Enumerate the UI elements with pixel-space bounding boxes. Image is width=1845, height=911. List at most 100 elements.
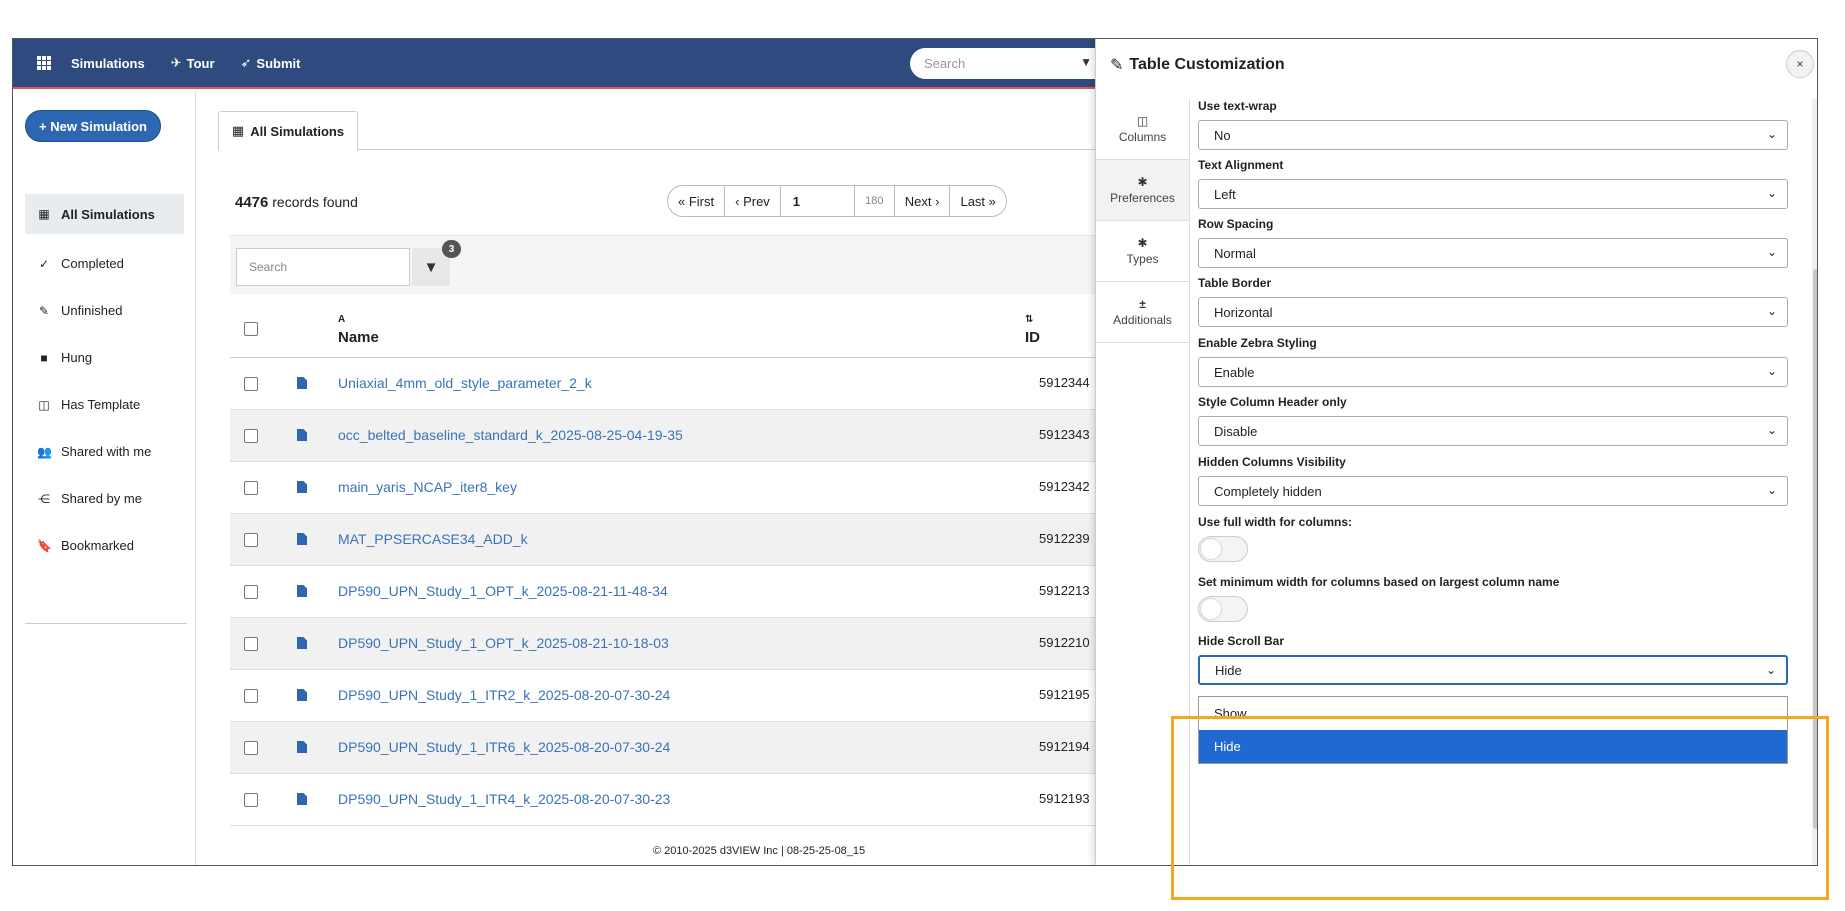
row-name-link[interactable]: DP590_UPN_Study_1_OPT_k_2025-08-21-10-18… bbox=[338, 635, 669, 651]
style-header-select[interactable]: Disable ⌄ bbox=[1198, 416, 1788, 446]
tab-all-simulations[interactable]: ▦ All Simulations bbox=[218, 111, 358, 151]
panel-scrollbar[interactable] bbox=[1812, 99, 1817, 865]
prev-page-button[interactable]: ‹ Prev bbox=[725, 186, 781, 216]
next-page-button[interactable]: Next › bbox=[895, 186, 951, 216]
row-checkbox[interactable] bbox=[244, 377, 258, 391]
file-icon bbox=[297, 793, 307, 805]
sidebar-item-shared-with-me[interactable]: 👥 Shared with me bbox=[25, 428, 184, 475]
file-icon bbox=[297, 377, 307, 389]
field-text-alignment: Text Alignment Left ⌄ bbox=[1198, 158, 1788, 209]
table-search-input[interactable]: Search bbox=[236, 248, 410, 286]
table-row: DP590_UPN_Study_1_OPT_k_2025-08-21-11-48… bbox=[230, 566, 1098, 618]
tab-types[interactable]: ✱ Types bbox=[1096, 221, 1189, 282]
row-name-link[interactable]: Uniaxial_4mm_old_style_parameter_2_k bbox=[338, 375, 592, 391]
filter-count-badge: 3 bbox=[442, 240, 461, 258]
row-checkbox[interactable] bbox=[244, 585, 258, 599]
chevron-down-icon: ⌄ bbox=[1766, 364, 1777, 378]
field-zebra-styling: Enable Zebra Styling Enable ⌄ bbox=[1198, 336, 1788, 387]
sidebar-divider bbox=[25, 623, 187, 624]
last-page-button[interactable]: Last » bbox=[950, 186, 1005, 216]
filter-bar: Search ▼ 3 bbox=[230, 235, 1098, 294]
row-checkbox[interactable] bbox=[244, 533, 258, 547]
row-id: 5912213 bbox=[1039, 583, 1090, 598]
field-hide-scroll-bar: Hide Scroll Bar Hide ⌄ bbox=[1198, 634, 1788, 685]
new-simulation-button[interactable]: + New Simulation bbox=[25, 110, 161, 142]
first-page-button[interactable]: « First bbox=[668, 186, 726, 216]
row-name-link[interactable]: main_yaris_NCAP_iter8_key bbox=[338, 479, 517, 495]
sort-alpha-icon[interactable]: A bbox=[338, 311, 379, 329]
row-name-link[interactable]: MAT_PPSERCASE34_ADD_k bbox=[338, 531, 528, 547]
caret-down-icon[interactable]: ▼ bbox=[1080, 55, 1092, 69]
row-checkbox[interactable] bbox=[244, 741, 258, 755]
row-name-link[interactable]: DP590_UPN_Study_1_OPT_k_2025-08-21-11-48… bbox=[338, 583, 668, 599]
file-icon bbox=[297, 689, 307, 701]
tab-strip: ▦ All Simulations bbox=[218, 111, 1098, 151]
sidebar-item-has-template[interactable]: ◫ Has Template bbox=[25, 381, 184, 428]
full-width-toggle[interactable] bbox=[1198, 536, 1248, 562]
tab-columns[interactable]: ◫ Columns bbox=[1096, 99, 1189, 160]
column-header-id[interactable]: ⇅ ID bbox=[1025, 311, 1040, 347]
row-checkbox[interactable] bbox=[244, 637, 258, 651]
row-name-link[interactable]: occ_belted_baseline_standard_k_2025-08-2… bbox=[338, 427, 683, 443]
share-icon: ⋲ bbox=[38, 491, 50, 506]
row-checkbox[interactable] bbox=[244, 689, 258, 703]
option-show[interactable]: Show bbox=[1199, 697, 1787, 730]
app-window: Simulations ✈ Tour ➶ Submit Search ▼ + New… bbox=[12, 38, 1818, 866]
nav-submit[interactable]: ➶ Submit bbox=[241, 55, 301, 71]
table-customization-panel: ✎ Table Customization × ◫ Columns ✱ Prefere… bbox=[1095, 39, 1817, 865]
grid-icon[interactable] bbox=[37, 56, 51, 70]
row-spacing-select[interactable]: Normal ⌄ bbox=[1198, 238, 1788, 268]
option-hide[interactable]: Hide bbox=[1199, 730, 1787, 763]
text-alignment-select[interactable]: Left ⌄ bbox=[1198, 179, 1788, 209]
column-header-name[interactable]: A Name bbox=[338, 311, 379, 347]
nav-simulations[interactable]: Simulations bbox=[71, 56, 145, 71]
sidebar-item-shared-by-me[interactable]: ⋲ Shared by me bbox=[25, 475, 184, 522]
sidebar-item-bookmarked[interactable]: 🔖 Bookmarked bbox=[25, 522, 184, 569]
table-body: Uniaxial_4mm_old_style_parameter_2_k 5912… bbox=[230, 358, 1098, 826]
text-wrap-select[interactable]: No ⌄ bbox=[1198, 120, 1788, 150]
table-border-select[interactable]: Horizontal ⌄ bbox=[1198, 297, 1788, 327]
row-checkbox[interactable] bbox=[244, 793, 258, 807]
hidden-columns-select[interactable]: Completely hidden ⌄ bbox=[1198, 476, 1788, 506]
select-all-checkbox[interactable] bbox=[244, 322, 258, 336]
hide-scroll-bar-select[interactable]: Hide ⌄ bbox=[1198, 655, 1788, 685]
scrollbar-thumb[interactable] bbox=[1813, 269, 1817, 829]
chevron-down-icon: ⌄ bbox=[1766, 304, 1777, 318]
sidebar-item-unfinished[interactable]: ✎ Unfinished bbox=[25, 287, 184, 334]
panel-body: Use text-wrap No ⌄ Text Alignment Left ⌄ R… bbox=[1190, 99, 1817, 865]
table-row: DP590_UPN_Study_1_ITR4_k_2025-08-20-07-3… bbox=[230, 774, 1098, 826]
zebra-styling-select[interactable]: Enable ⌄ bbox=[1198, 357, 1788, 387]
table-icon: ▦ bbox=[231, 123, 245, 138]
row-name-link[interactable]: DP590_UPN_Study_1_ITR4_k_2025-08-20-07-3… bbox=[338, 791, 670, 807]
close-button[interactable]: × bbox=[1786, 50, 1814, 78]
tab-additionals[interactable]: ± Additionals bbox=[1096, 282, 1189, 343]
table-row: MAT_PPSERCASE34_ADD_k 5912239 bbox=[230, 514, 1098, 566]
global-search-input[interactable]: Search ▼ bbox=[910, 48, 1096, 79]
file-icon bbox=[297, 637, 307, 649]
nav-tour[interactable]: ✈ Tour bbox=[171, 55, 215, 71]
min-width-toggle[interactable] bbox=[1198, 596, 1248, 622]
sidebar-item-hung[interactable]: ■ Hung bbox=[25, 334, 184, 381]
chevron-down-icon: ⌄ bbox=[1765, 663, 1776, 677]
sidebar-item-all-simulations[interactable]: ▦ All Simulations bbox=[25, 194, 184, 234]
table-row: occ_belted_baseline_standard_k_2025-08-2… bbox=[230, 410, 1098, 462]
row-name-link[interactable]: DP590_UPN_Study_1_ITR6_k_2025-08-20-07-3… bbox=[338, 739, 670, 755]
field-style-header: Style Column Header only Disable ⌄ bbox=[1198, 395, 1788, 446]
pagination: « First ‹ Prev 1 180 Next › Last » bbox=[667, 185, 1007, 217]
stop-icon: ■ bbox=[40, 350, 48, 365]
row-checkbox[interactable] bbox=[244, 429, 258, 443]
main-content: ▦ All Simulations 4476 records found « Fi… bbox=[218, 91, 1098, 831]
edit-icon: ✎ bbox=[1110, 57, 1124, 74]
sidebar-item-completed[interactable]: ✓ Completed bbox=[25, 240, 184, 287]
check-icon: ✓ bbox=[38, 256, 50, 271]
table-row: DP590_UPN_Study_1_ITR6_k_2025-08-20-07-3… bbox=[230, 722, 1098, 774]
plus-minus-icon: ± bbox=[1139, 297, 1146, 311]
row-checkbox[interactable] bbox=[244, 481, 258, 495]
page-number-input[interactable]: 1 bbox=[781, 186, 855, 216]
field-full-width: Use full width for columns: bbox=[1198, 515, 1788, 562]
row-name-link[interactable]: DP590_UPN_Study_1_ITR2_k_2025-08-20-07-3… bbox=[338, 687, 670, 703]
sort-icon[interactable]: ⇅ bbox=[1025, 311, 1040, 329]
field-row-spacing: Row Spacing Normal ⌄ bbox=[1198, 217, 1788, 268]
tab-preferences[interactable]: ✱ Preferences bbox=[1096, 160, 1189, 221]
hide-scroll-bar-options: Show Hide bbox=[1198, 696, 1788, 764]
